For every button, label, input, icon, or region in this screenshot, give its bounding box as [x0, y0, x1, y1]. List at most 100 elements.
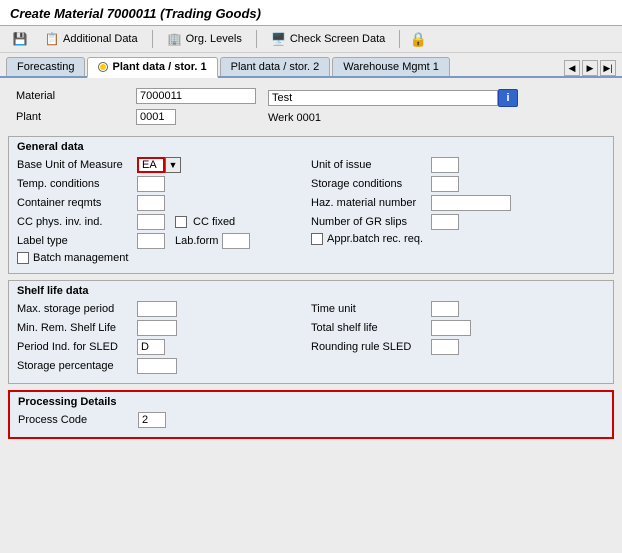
title-bar: Create Material 7000011 (Trading Goods): [0, 0, 622, 26]
cc-fixed-checkbox[interactable]: [175, 216, 187, 228]
cc-fixed-label: CC fixed: [193, 216, 235, 228]
material-col-left: Material Plant: [16, 88, 256, 128]
tab-radio-icon: [98, 62, 108, 72]
rounding-rule-input[interactable]: [431, 339, 459, 355]
total-shelf-label: Total shelf life: [311, 322, 431, 334]
shelf-life-section: Shelf life data Max. storage period Min.…: [8, 280, 614, 384]
min-rem-label: Min. Rem. Shelf Life: [17, 322, 137, 334]
additional-data-button[interactable]: 📋 Additional Data: [40, 29, 142, 49]
total-shelf-row: Total shelf life: [311, 320, 605, 336]
org-levels-button[interactable]: 🏢 Org. Levels: [163, 29, 246, 49]
org-levels-icon: 🏢: [167, 31, 183, 47]
gr-slips-input[interactable]: [431, 214, 459, 230]
label-type-label: Label type: [17, 235, 137, 247]
lock-icon: 🔒: [410, 31, 426, 47]
container-reqmts-input[interactable]: [137, 195, 165, 211]
unit-of-issue-input[interactable]: [431, 157, 459, 173]
shelf-life-cols: Max. storage period Min. Rem. Shelf Life…: [17, 301, 605, 377]
storage-conditions-row: Storage conditions: [311, 176, 605, 192]
batch-mgmt-row: Batch management: [17, 252, 311, 264]
container-reqmts-row: Container reqmts: [17, 195, 311, 211]
material-label: Material: [16, 90, 136, 102]
process-code-row: Process Code: [18, 412, 604, 428]
gr-slips-label: Number of GR slips: [311, 216, 431, 228]
rounding-rule-label: Rounding rule SLED: [311, 341, 431, 353]
max-storage-input[interactable]: [137, 301, 177, 317]
base-uom-input[interactable]: [137, 157, 165, 173]
label-type-row: Label type Lab.form: [17, 233, 311, 249]
storage-pct-row: Storage percentage: [17, 358, 311, 374]
cc-phys-input[interactable]: [137, 214, 165, 230]
storage-pct-label: Storage percentage: [17, 360, 137, 372]
haz-material-row: Haz. material number: [311, 195, 605, 211]
additional-data-label: Additional Data: [63, 33, 138, 45]
description-row: i: [268, 89, 518, 107]
storage-conditions-input[interactable]: [431, 176, 459, 192]
cc-phys-row: CC phys. inv. ind. CC fixed: [17, 214, 311, 230]
shelf-life-title: Shelf life data: [17, 285, 605, 297]
time-unit-row: Time unit: [311, 301, 605, 317]
additional-data-icon: 📋: [44, 31, 60, 47]
shelf-life-right: Time unit Total shelf life Rounding rule…: [311, 301, 605, 377]
storage-pct-input[interactable]: [137, 358, 177, 374]
period-ind-row: Period Ind. for SLED: [17, 339, 311, 355]
material-input[interactable]: [136, 88, 256, 104]
max-storage-row: Max. storage period: [17, 301, 311, 317]
save-button[interactable]: 💾: [8, 29, 32, 49]
tab-warehouse-mgmt[interactable]: Warehouse Mgmt 1: [332, 57, 450, 76]
tab-forecasting[interactable]: Forecasting: [6, 57, 85, 76]
general-data-section: General data Base Unit of Measure ▼ Temp…: [8, 136, 614, 274]
base-uom-select-button[interactable]: ▼: [165, 157, 181, 173]
tab-radio-dot: [100, 64, 106, 70]
temp-conditions-input[interactable]: [137, 176, 165, 192]
material-header: Material Plant i Werk 0001: [8, 84, 614, 132]
lab-form-input[interactable]: [222, 233, 250, 249]
process-code-label: Process Code: [18, 414, 138, 426]
tab-next-button[interactable]: ▶: [582, 60, 598, 76]
page-title: Create Material 7000011 (Trading Goods): [10, 6, 612, 21]
process-code-input[interactable]: [138, 412, 166, 428]
period-ind-input[interactable]: [137, 339, 165, 355]
appr-batch-label: Appr.batch rec. req.: [327, 233, 423, 245]
check-screen-button[interactable]: 🖥️ Check Screen Data: [267, 29, 389, 49]
toolbar-divider: [152, 30, 153, 48]
batch-mgmt-checkbox[interactable]: [17, 252, 29, 264]
tab-prev-button[interactable]: ◀: [564, 60, 580, 76]
appr-batch-row: Appr.batch rec. req.: [311, 233, 605, 245]
gr-slips-row: Number of GR slips: [311, 214, 605, 230]
toolbar-divider2: [256, 30, 257, 48]
base-uom-row: Base Unit of Measure ▼: [17, 157, 311, 173]
total-shelf-input[interactable]: [431, 320, 471, 336]
plant-input[interactable]: [136, 109, 176, 125]
material-col-right: i Werk 0001: [268, 89, 518, 127]
description-input[interactable]: [268, 90, 498, 106]
main-content: Material Plant i Werk 0001 General data: [0, 78, 622, 449]
haz-material-input[interactable]: [431, 195, 511, 211]
min-rem-input[interactable]: [137, 320, 177, 336]
temp-conditions-row: Temp. conditions: [17, 176, 311, 192]
max-storage-label: Max. storage period: [17, 303, 137, 315]
material-field-row: Material: [16, 88, 256, 104]
appr-batch-checkbox[interactable]: [311, 233, 323, 245]
tab-plant-data-2[interactable]: Plant data / stor. 2: [220, 57, 331, 76]
tabs-bar: Forecasting Plant data / stor. 1 Plant d…: [0, 53, 622, 78]
plant-desc-row: Werk 0001: [268, 112, 518, 124]
tab-last-button[interactable]: ▶|: [600, 60, 616, 76]
plant-field-row: Plant: [16, 109, 256, 125]
haz-material-label: Haz. material number: [311, 197, 431, 209]
time-unit-label: Time unit: [311, 303, 431, 315]
tab-plant-data-2-label: Plant data / stor. 2: [231, 61, 320, 73]
label-type-input[interactable]: [137, 233, 165, 249]
min-rem-row: Min. Rem. Shelf Life: [17, 320, 311, 336]
toolbar: 💾 📋 Additional Data 🏢 Org. Levels 🖥️ Che…: [0, 26, 622, 53]
tab-plant-data-1[interactable]: Plant data / stor. 1: [87, 57, 217, 78]
time-unit-input[interactable]: [431, 301, 459, 317]
plant-desc: Werk 0001: [268, 112, 321, 124]
info-button[interactable]: i: [498, 89, 518, 107]
cc-fixed-group: CC fixed: [175, 216, 235, 228]
check-screen-icon: 🖥️: [271, 31, 287, 47]
base-uom-label: Base Unit of Measure: [17, 159, 137, 171]
tab-warehouse-mgmt-label: Warehouse Mgmt 1: [343, 61, 439, 73]
plant-label: Plant: [16, 111, 136, 123]
tab-navigation: ◀ ▶ ▶|: [564, 60, 616, 76]
